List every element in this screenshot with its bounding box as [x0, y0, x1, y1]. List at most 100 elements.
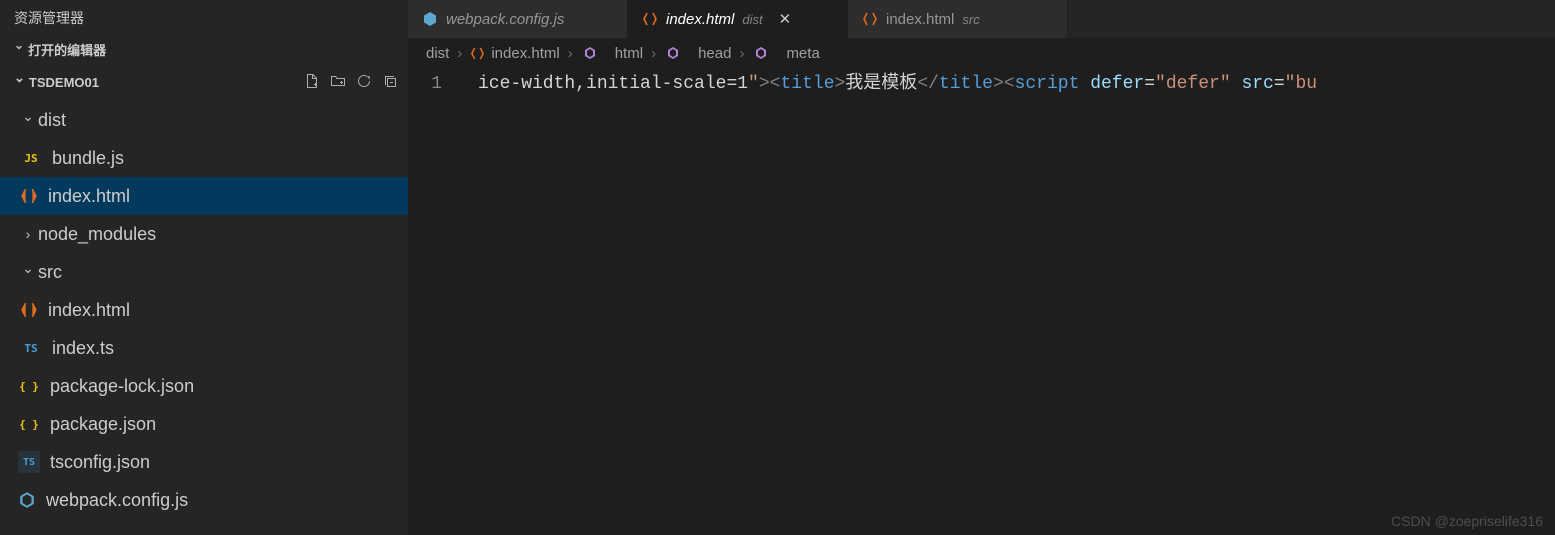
tab-label: webpack.config.js — [446, 11, 564, 28]
html-icon — [20, 301, 38, 319]
js-icon: JS — [20, 147, 42, 169]
file-row[interactable]: webpack.config.js — [0, 481, 408, 519]
webpack-icon — [18, 491, 36, 509]
chevron-down-icon — [14, 42, 24, 56]
folder-row[interactable]: dist — [0, 101, 408, 139]
breadcrumb-separator: › — [737, 45, 746, 62]
code-token: script — [1015, 74, 1080, 94]
breadcrumb-separator: › — [649, 45, 658, 62]
tabs-bar: webpack.config.jsindex.htmldist✕index.ht… — [408, 0, 1555, 38]
project-header[interactable]: TSDEMO01 — [0, 63, 408, 101]
explorer-sidebar: 资源管理器 打开的编辑器 TSDEMO01 dist JS bundle.js ind… — [0, 0, 408, 535]
editor-main: webpack.config.jsindex.htmldist✕index.ht… — [408, 0, 1555, 535]
folder-name: node_modules — [38, 224, 156, 245]
open-editors-header[interactable]: 打开的编辑器 — [0, 35, 408, 63]
file-row[interactable]: TS index.ts — [0, 329, 408, 367]
tab-dir: src — [962, 12, 979, 27]
folder-row[interactable]: node_modules — [0, 215, 408, 253]
code-token: = — [1144, 74, 1155, 94]
chevron-down-icon — [18, 264, 38, 281]
folder-row[interactable]: src — [0, 253, 408, 291]
file-name: index.html — [48, 300, 130, 321]
file-name: package-lock.json — [50, 376, 194, 397]
editor-area[interactable]: 1 ice-width,initial-scale=1"><title>我是模板… — [408, 68, 1555, 535]
code-line[interactable]: ice-width,initial-scale=1"><title>我是模板</… — [478, 68, 1317, 535]
breadcrumb-label: dist — [426, 45, 449, 62]
collapse-all-icon[interactable] — [382, 73, 398, 92]
tab-file-icon — [422, 11, 438, 27]
breadcrumb-item[interactable]: index.html — [470, 45, 559, 62]
tab-label: index.html — [886, 11, 954, 28]
folder-name: src — [38, 262, 62, 283]
file-name: index.html — [48, 186, 130, 207]
breadcrumb-item[interactable]: head — [664, 44, 731, 62]
explorer-title: 资源管理器 — [0, 0, 408, 35]
breadcrumb-label: index.html — [491, 45, 559, 62]
html-icon — [470, 46, 485, 61]
tab-file-icon — [862, 11, 878, 27]
code-token: > — [993, 74, 1004, 94]
editor-tab[interactable]: webpack.config.js — [408, 0, 628, 38]
file-row[interactable]: { } package.json — [0, 405, 408, 443]
chevron-down-icon — [14, 74, 25, 90]
breadcrumb-label: head — [698, 45, 731, 62]
code-token: " — [748, 74, 759, 94]
project-name: TSDEMO01 — [29, 75, 99, 90]
file-name: tsconfig.json — [50, 452, 150, 473]
folder-name: dist — [38, 110, 66, 131]
file-row[interactable]: { } package-lock.json — [0, 367, 408, 405]
file-row[interactable]: TS tsconfig.json — [0, 443, 408, 481]
open-editors-label: 打开的编辑器 — [28, 40, 106, 59]
watermark: CSDN @zoepriselife316 — [1391, 513, 1543, 529]
code-token: < — [770, 74, 781, 94]
code-token: > — [759, 74, 770, 94]
file-row[interactable]: index.html — [0, 291, 408, 329]
code-token: title — [780, 74, 834, 94]
gutter: 1 — [408, 68, 478, 535]
json-icon: { } — [18, 375, 40, 397]
code-token: "bu — [1285, 74, 1317, 94]
file-name: webpack.config.js — [46, 490, 188, 511]
editor-tab[interactable]: index.html dist ✕ — [628, 0, 848, 38]
ts-icon: TS — [20, 337, 42, 359]
tab-label: index.html — [666, 11, 734, 28]
json-icon: { } — [18, 413, 40, 435]
code-token — [1079, 74, 1090, 94]
code-token: src — [1241, 74, 1273, 94]
project-actions — [304, 73, 398, 92]
code-token: defer — [1090, 74, 1144, 94]
new-file-icon[interactable] — [304, 73, 320, 92]
code-token: > — [835, 74, 846, 94]
breadcrumb-label: meta — [786, 45, 819, 62]
file-row[interactable]: JS bundle.js — [0, 139, 408, 177]
symbol-icon — [581, 44, 599, 62]
tab-file-icon — [642, 11, 658, 27]
new-folder-icon[interactable] — [330, 73, 346, 92]
code-token: < — [1004, 74, 1015, 94]
code-token: title — [939, 74, 993, 94]
breadcrumb-separator: › — [455, 45, 464, 62]
file-name: index.ts — [52, 338, 114, 359]
file-row[interactable]: index.html — [0, 177, 408, 215]
file-name: bundle.js — [52, 148, 124, 169]
editor-tab[interactable]: index.html src — [848, 0, 1068, 38]
html-icon — [20, 187, 38, 205]
file-tree: dist JS bundle.js index.html node_modulessrc… — [0, 101, 408, 535]
breadcrumb-item[interactable]: dist — [426, 45, 449, 62]
refresh-icon[interactable] — [356, 73, 372, 92]
tab-dir: dist — [742, 12, 762, 27]
close-icon[interactable]: ✕ — [779, 10, 792, 28]
breadcrumb-item[interactable]: meta — [752, 44, 819, 62]
code-token — [1231, 74, 1242, 94]
breadcrumbs[interactable]: dist › index.html › html › head › meta — [408, 38, 1555, 68]
line-number: 1 — [431, 74, 442, 94]
file-name: package.json — [50, 414, 156, 435]
breadcrumb-separator: › — [566, 45, 575, 62]
tsconfig-icon: TS — [18, 451, 40, 473]
code-token: </ — [917, 74, 939, 94]
code-token: = — [1274, 74, 1285, 94]
breadcrumb-item[interactable]: html — [581, 44, 643, 62]
code-token: ice-width,initial-scale=1 — [478, 74, 748, 94]
chevron-down-icon — [18, 112, 38, 129]
symbol-icon — [664, 44, 682, 62]
